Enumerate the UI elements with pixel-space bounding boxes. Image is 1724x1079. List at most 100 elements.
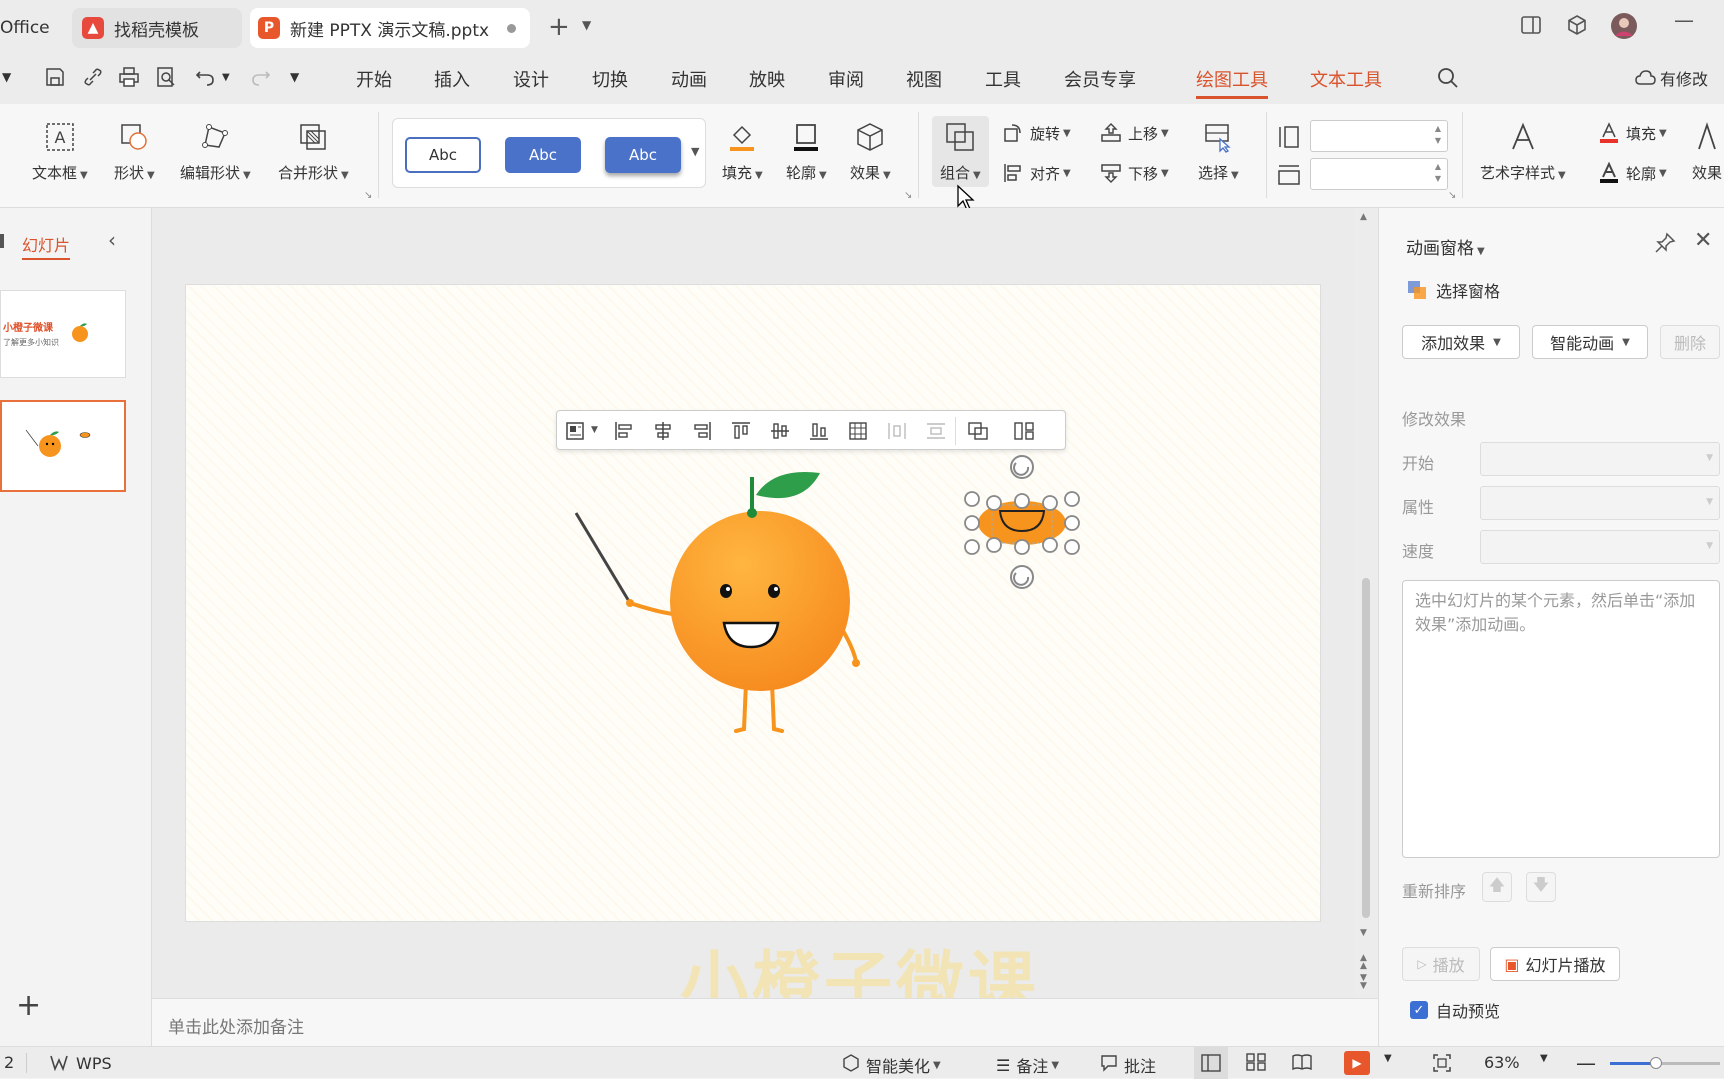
search-icon[interactable] (1436, 66, 1460, 95)
fit-window-icon[interactable] (1432, 1053, 1452, 1073)
zoom-out-icon[interactable]: — (1576, 1051, 1596, 1075)
align-middle-icon[interactable] (769, 421, 791, 441)
shape-style-2[interactable]: Abc (505, 137, 581, 173)
select-button[interactable]: 选择 ▼ (1198, 120, 1239, 183)
start-select[interactable]: ▼ (1480, 442, 1720, 476)
move-up-order-button[interactable]: 🡅 (1482, 872, 1512, 902)
art-style-button[interactable]: 艺术字样式 ▼ (1480, 120, 1566, 183)
next-slide-icon[interactable]: ▼ ▼ (1360, 974, 1367, 991)
text-fill-button[interactable]: 填充 ▼ (1598, 122, 1667, 144)
menu-design[interactable]: 设计 (513, 66, 549, 92)
save-icon[interactable] (44, 66, 66, 93)
more-layout-icon[interactable] (1013, 421, 1035, 441)
tab-template[interactable]: ▲ 找稻壳模板 (72, 8, 242, 48)
dialog-launcher-icon[interactable]: ↘ (1448, 190, 1456, 201)
height-stepper-icon[interactable]: ▲ ▼ (1435, 123, 1441, 147)
link-icon[interactable] (82, 66, 104, 93)
slide-canvas[interactable] (185, 284, 1321, 922)
selected-mouth-shape[interactable] (964, 453, 1080, 593)
menu-member[interactable]: 会员专享 (1064, 66, 1136, 92)
add-effect-button[interactable]: 添加效果 ▼ (1402, 325, 1520, 359)
quick-access-chevron-icon[interactable]: ▼ (2, 70, 11, 84)
select-pane-link[interactable]: 选择窗格 (1406, 278, 1500, 302)
align-left-icon[interactable] (613, 421, 635, 441)
animation-pane-title[interactable]: 动画窗格 ▼ (1406, 234, 1485, 259)
zoom-slider-handle[interactable] (1650, 1057, 1662, 1069)
move-down-order-button[interactable]: 🡇 (1526, 872, 1556, 902)
menu-text-tools[interactable]: 文本工具 (1310, 66, 1382, 92)
edit-shape-button[interactable]: 编辑形状 ▼ (180, 120, 251, 183)
zoom-chevron-icon[interactable]: ▼ (1540, 1053, 1548, 1064)
delete-effect-button[interactable]: 删除 (1660, 325, 1720, 359)
grid-align-icon[interactable] (847, 421, 869, 441)
tab-document[interactable]: P 新建 PPTX 演示文稿.pptx (250, 8, 530, 48)
slide-play-button[interactable]: ▣ 幻灯片播放 (1490, 947, 1620, 981)
align-button[interactable]: 对齐 ▼ (1002, 162, 1071, 184)
outline-button[interactable]: 轮廓 ▼ (786, 120, 827, 183)
width-stepper-icon[interactable]: ▲ ▼ (1435, 161, 1441, 185)
shape-style-1[interactable]: Abc (405, 137, 481, 173)
prev-slide-icon[interactable]: ▲ ▲ (1360, 954, 1367, 971)
undo-icon[interactable] (194, 66, 216, 93)
menu-animation[interactable]: 动画 (671, 66, 707, 92)
slideshow-chevron-icon[interactable]: ▼ (1384, 1053, 1392, 1064)
move-up-button[interactable]: 上移 ▼ (1100, 122, 1169, 144)
layout-options-chevron-icon[interactable]: ▼ (591, 425, 598, 435)
shape-button[interactable]: 形状 ▼ (114, 120, 155, 183)
add-slide-button[interactable]: + (16, 988, 41, 1023)
shape-height-input[interactable]: ▲ ▼ (1310, 120, 1448, 152)
shape-width-input[interactable]: ▲ ▼ (1310, 158, 1448, 190)
gallery-expand-icon[interactable]: ▼ (691, 145, 699, 158)
slide-sorter-icon[interactable] (1246, 1053, 1266, 1071)
distribute-horizontal-icon[interactable] (886, 421, 908, 441)
effect-button[interactable]: 效果 ▼ (850, 120, 891, 183)
collapse-panel-icon[interactable]: ‹ (108, 228, 116, 252)
menu-slideshow[interactable]: 放映 (749, 66, 785, 92)
pin-icon[interactable] (1654, 232, 1676, 258)
text-outline-button[interactable]: 轮廓 ▼ (1598, 162, 1667, 184)
zoom-level[interactable]: 63% (1484, 1053, 1520, 1072)
align-top-icon[interactable] (730, 421, 752, 441)
menu-drawing-tools[interactable]: 绘图工具 (1196, 66, 1268, 99)
text-effect-button[interactable]: 效果 (1690, 120, 1724, 183)
group-objects-icon[interactable] (967, 421, 989, 441)
rotate-button[interactable]: 旋转 ▼ (1002, 122, 1071, 144)
minimize-icon[interactable]: — (1674, 8, 1694, 32)
modified-status[interactable]: 有修改 (1634, 66, 1708, 90)
textbox-button[interactable]: A 文本框 ▼ (32, 120, 88, 183)
menu-home[interactable]: 开始 (356, 66, 392, 92)
vertical-scrollbar[interactable]: ▲ ▼ ▲ ▲ ▼ ▼ (1354, 208, 1378, 998)
speed-select[interactable]: ▼ (1480, 530, 1720, 564)
align-center-icon[interactable] (652, 421, 674, 441)
play-button[interactable]: ▷ 播放 (1402, 947, 1480, 981)
align-right-icon[interactable] (691, 421, 713, 441)
distribute-vertical-icon[interactable] (925, 421, 947, 441)
menu-insert[interactable]: 插入 (434, 66, 470, 92)
dialog-launcher-icon[interactable]: ↘ (364, 190, 372, 201)
notes-area[interactable]: 单击此处添加备注 (152, 998, 1378, 1046)
close-pane-icon[interactable]: ✕ (1694, 228, 1712, 253)
slide-thumbnail-2[interactable] (0, 400, 126, 492)
property-select[interactable]: ▼ (1480, 486, 1720, 520)
unsaved-dot-icon[interactable] (507, 24, 516, 33)
normal-view-icon[interactable] (1194, 1047, 1228, 1079)
menu-tools[interactable]: 工具 (985, 66, 1021, 92)
menu-transition[interactable]: 切换 (592, 66, 628, 92)
align-bottom-icon[interactable] (808, 421, 830, 441)
move-down-button[interactable]: 下移 ▼ (1100, 162, 1169, 184)
more-chevron-icon[interactable]: ▼ (290, 70, 299, 84)
smart-animation-button[interactable]: 智能动画 ▼ (1532, 325, 1648, 359)
new-tab-plus-icon[interactable]: + (548, 12, 570, 42)
merge-shape-button[interactable]: 合并形状 ▼ (278, 120, 349, 183)
animation-list[interactable]: 选中幻灯片的某个元素，然后单击“添加效果”添加动画。 (1402, 580, 1720, 858)
scroll-thumb[interactable] (1362, 578, 1370, 918)
orange-character[interactable] (570, 463, 890, 739)
undo-chevron-icon[interactable]: ▼ (222, 72, 230, 83)
dialog-launcher-icon[interactable]: ↘ (904, 190, 912, 201)
reading-view-icon[interactable] (1292, 1053, 1312, 1071)
smart-beautify-button[interactable]: 智能美化 ▼ (842, 1053, 941, 1077)
tab-list-chevron-icon[interactable]: ▼ (582, 18, 591, 32)
notes-toggle-button[interactable]: ☰ 备注 ▼ (996, 1053, 1059, 1077)
slides-tab[interactable]: 幻灯片 (22, 232, 71, 260)
tab-office[interactable]: Office (0, 8, 62, 48)
